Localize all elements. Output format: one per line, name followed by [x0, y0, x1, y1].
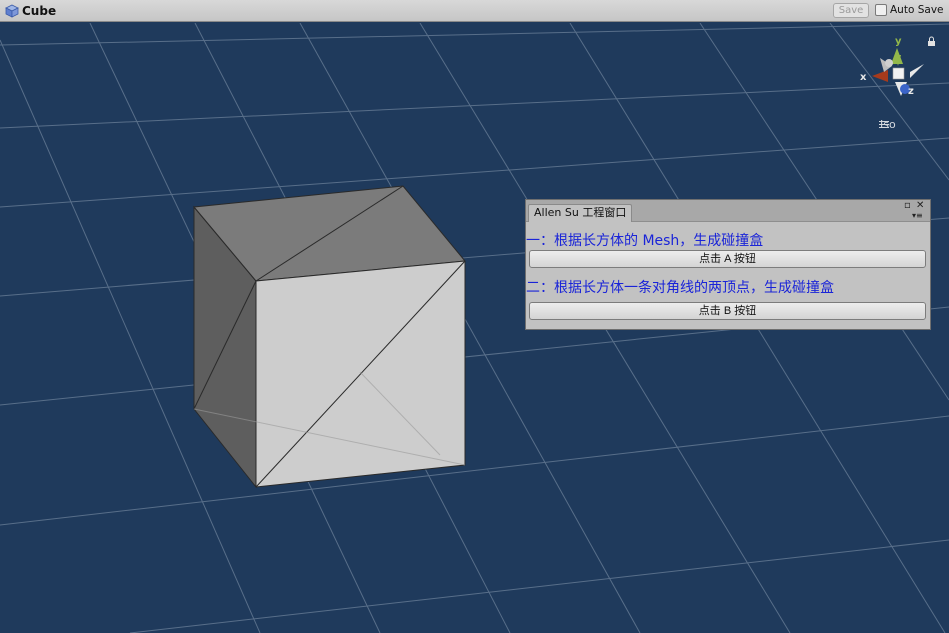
- view-mode-label[interactable]: Iso: [880, 118, 896, 131]
- button-a[interactable]: 点击 A 按钮: [529, 250, 926, 268]
- close-icon[interactable]: ✕: [916, 201, 924, 211]
- gizmo-y-label: y: [895, 36, 902, 47]
- label-diagonal-collider: 二：根据长方体一条对角线的两顶点，生成碰撞盒: [526, 280, 834, 296]
- editor-window-header: Allen Su 工程窗口 ▫ ✕ ▾≡: [526, 200, 930, 222]
- prefab-title: Cube: [22, 4, 57, 18]
- maximize-icon[interactable]: ▫: [904, 201, 911, 211]
- gizmo-x-label: x: [860, 72, 867, 83]
- gizmo-z-label: z: [908, 86, 914, 97]
- label-mesh-collider: 一：根据长方体的 Mesh，生成碰撞盒: [526, 233, 764, 249]
- button-b[interactable]: 点击 B 按钮: [529, 302, 926, 320]
- cube-mesh[interactable]: [193, 185, 466, 489]
- save-button[interactable]: Save: [833, 3, 869, 18]
- auto-save-label: Auto Save: [890, 4, 944, 16]
- tab-allen-su-window[interactable]: Allen Su 工程窗口: [528, 204, 633, 222]
- editor-window: Allen Su 工程窗口 ▫ ✕ ▾≡ 一：根据长方体的 Mesh，生成碰撞盒…: [525, 199, 931, 330]
- prefab-header-bar: Cube Save Auto Save: [0, 0, 949, 22]
- auto-save-checkbox[interactable]: [875, 4, 887, 16]
- cube-icon: [5, 4, 19, 18]
- window-menu-icon[interactable]: ▾≡: [912, 211, 923, 221]
